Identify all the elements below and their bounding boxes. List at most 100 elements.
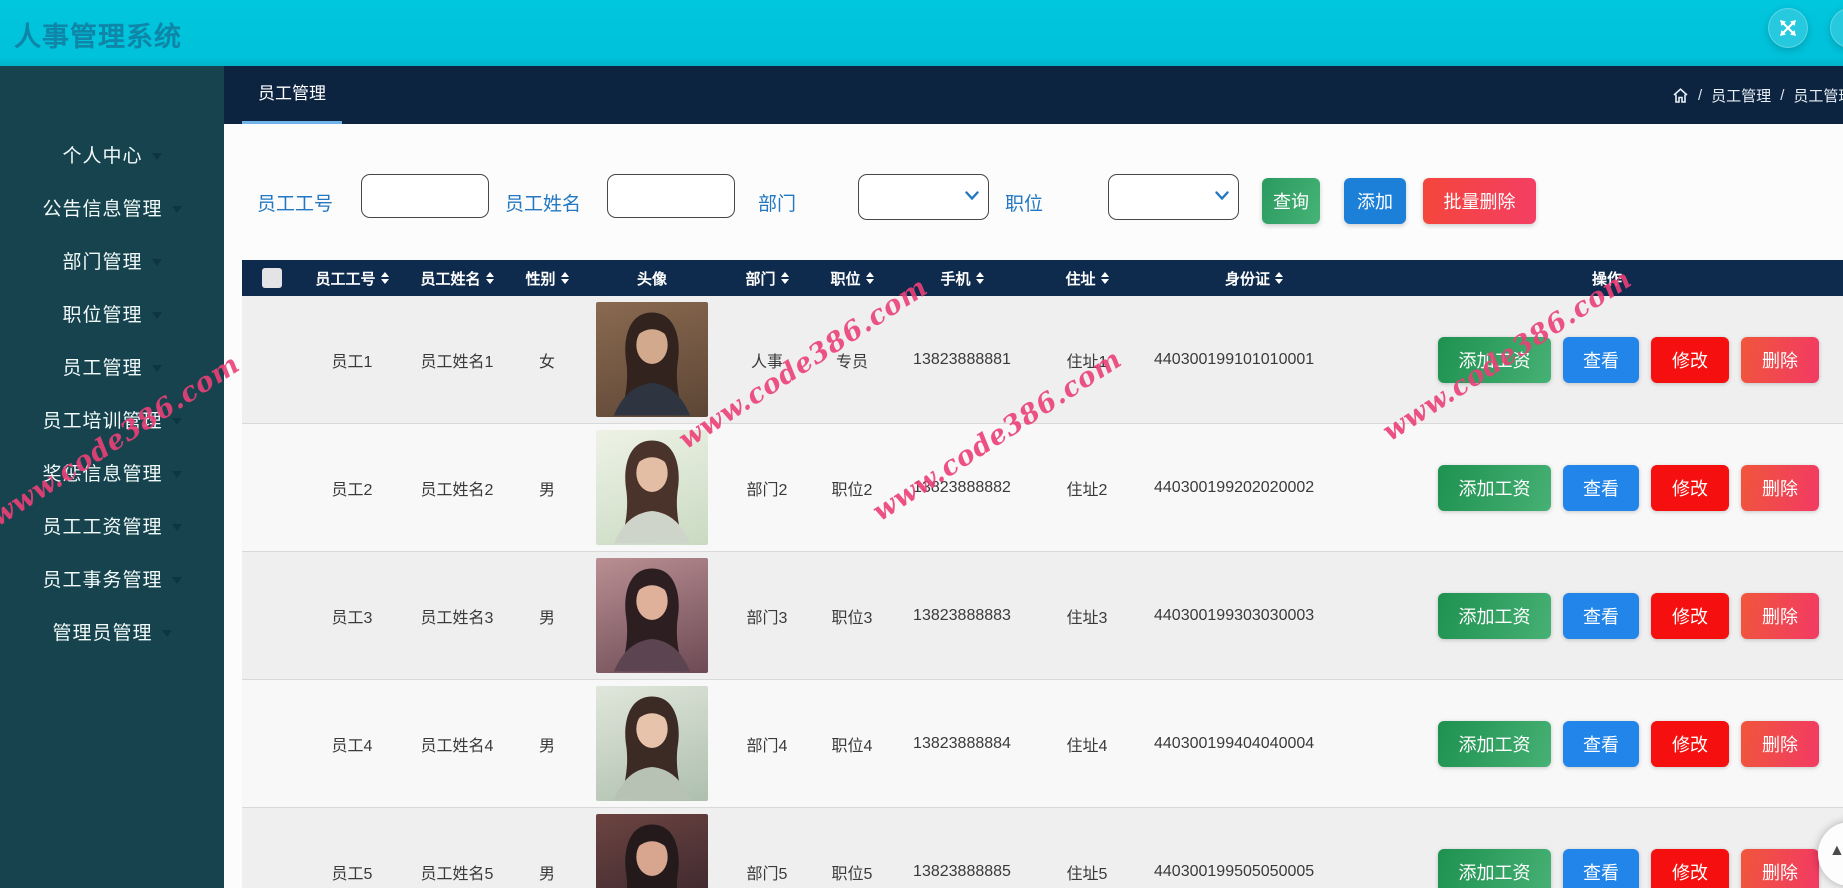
cell-employee-name: 员工姓名5: [420, 865, 494, 883]
sidebar-item-affairs-mgmt[interactable]: 员工事务管理: [0, 552, 224, 605]
view-button[interactable]: 查看: [1563, 720, 1639, 767]
edit-button[interactable]: 修改: [1651, 592, 1729, 639]
cell-gender: 男: [538, 609, 555, 627]
top-header: 人事管理系统: [0, 0, 1843, 66]
app-window: 人事管理系统 个人中心 公告信息管理 部门管理 职位管理 员工管理 员工培训管理…: [0, 0, 1843, 888]
department-select[interactable]: [858, 174, 989, 220]
add-salary-button[interactable]: 添加工资: [1438, 720, 1551, 767]
avatar: [596, 302, 708, 417]
sidebar-item-department-mgmt[interactable]: 部门管理: [0, 234, 224, 287]
delete-button[interactable]: 删除: [1741, 720, 1819, 767]
select-all-checkbox[interactable]: [262, 268, 282, 288]
delete-button[interactable]: 删除: [1741, 336, 1819, 383]
sort-icon: [780, 272, 789, 284]
add-salary-button[interactable]: 添加工资: [1438, 848, 1551, 888]
column-header-employee-name[interactable]: 员工姓名: [402, 268, 512, 289]
sidebar-item-employee-mgmt[interactable]: 员工管理: [0, 340, 224, 393]
sort-icon: [1100, 272, 1109, 284]
column-header-address[interactable]: 住址: [1032, 268, 1142, 289]
breadcrumb-item[interactable]: 员工管理: [1793, 85, 1843, 106]
column-header-phone[interactable]: 手机: [892, 268, 1032, 289]
sort-icon: [975, 272, 984, 284]
delete-button[interactable]: 删除: [1741, 592, 1819, 639]
cell-id-card: 440300199505050005: [1154, 862, 1315, 880]
column-header-gender[interactable]: 性别: [512, 268, 582, 289]
sort-icon: [380, 272, 389, 284]
batch-delete-button[interactable]: 批量删除: [1423, 178, 1536, 224]
table-row: 员工5 员工姓名5 男 部门5 职位5 13823888885 住址5 4403…: [242, 808, 1843, 888]
add-button[interactable]: 添加: [1344, 178, 1406, 224]
sidebar-item-training-mgmt[interactable]: 员工培训管理: [0, 393, 224, 446]
employee-no-input[interactable]: [361, 174, 489, 218]
tab-employee-management[interactable]: 员工管理: [242, 66, 342, 124]
delete-button[interactable]: 删除: [1741, 848, 1819, 888]
sidebar-item-label: 部门管理: [62, 252, 143, 273]
cell-employee-no: 员工1: [331, 353, 373, 371]
add-salary-button[interactable]: 添加工资: [1438, 336, 1551, 383]
sidebar-item-label: 员工事务管理: [42, 570, 163, 591]
cell-phone: 13823888885: [913, 862, 1011, 880]
add-salary-button[interactable]: 添加工资: [1438, 592, 1551, 639]
search-button[interactable]: 查询: [1262, 178, 1320, 224]
cell-position: 职位2: [831, 481, 873, 499]
chevron-down-icon: [151, 153, 162, 160]
fullscreen-button[interactable]: [1768, 8, 1808, 48]
employee-name-input[interactable]: [607, 174, 735, 218]
edit-button[interactable]: 修改: [1651, 848, 1729, 888]
avatar: [596, 814, 708, 888]
home-icon[interactable]: [1672, 87, 1689, 104]
cell-id-card: 440300199202020002: [1154, 478, 1315, 496]
cell-department: 部门5: [746, 865, 788, 883]
column-header-department[interactable]: 部门: [722, 268, 812, 289]
chevron-down-icon: [965, 191, 979, 201]
cell-position: 专员: [835, 353, 868, 371]
sidebar-item-salary-mgmt[interactable]: 员工工资管理: [0, 499, 224, 552]
cell-id-card: 440300199303030003: [1154, 606, 1315, 624]
breadcrumb-item[interactable]: 员工管理: [1711, 85, 1771, 106]
cell-address: 住址5: [1066, 865, 1108, 883]
cell-gender: 男: [538, 737, 555, 755]
column-header-position[interactable]: 职位: [812, 268, 892, 289]
table-row: 员工3 员工姓名3 男 部门3 职位3 13823888883 住址3 4403…: [242, 552, 1843, 680]
view-button[interactable]: 查看: [1563, 592, 1639, 639]
sidebar-menu: 个人中心 公告信息管理 部门管理 职位管理 员工管理 员工培训管理 奖惩信息管理…: [0, 66, 224, 658]
cell-gender: 男: [538, 865, 555, 883]
add-salary-button[interactable]: 添加工资: [1438, 464, 1551, 511]
sidebar-item-label: 奖惩信息管理: [42, 464, 163, 485]
column-header-employee-no[interactable]: 员工工号: [302, 268, 402, 289]
cell-employee-name: 员工姓名4: [420, 737, 494, 755]
cell-employee-no: 员工2: [331, 481, 373, 499]
sort-icon: [1275, 272, 1283, 284]
sidebar-item-admin-mgmt[interactable]: 管理员管理: [0, 605, 224, 658]
cell-gender: 女: [538, 353, 555, 371]
column-header-id-card[interactable]: 身份证: [1142, 268, 1402, 289]
cell-address: 住址4: [1066, 737, 1108, 755]
view-button[interactable]: 查看: [1563, 336, 1639, 383]
table-row: 员工4 员工姓名4 男 部门4 职位4 13823888884 住址4 4403…: [242, 680, 1843, 808]
breadcrumb-separator: /: [1698, 86, 1703, 104]
sidebar-item-personal-center[interactable]: 个人中心: [0, 128, 224, 181]
edit-button[interactable]: 修改: [1651, 464, 1729, 511]
chevron-down-icon: [151, 312, 162, 319]
sort-icon: [560, 272, 569, 284]
view-button[interactable]: 查看: [1563, 848, 1639, 888]
cell-employee-name: 员工姓名2: [420, 481, 494, 499]
cell-address: 住址1: [1066, 353, 1108, 371]
edit-button[interactable]: 修改: [1651, 720, 1729, 767]
sidebar-item-label: 员工培训管理: [42, 411, 163, 432]
view-button[interactable]: 查看: [1563, 464, 1639, 511]
table-header-row: 员工工号 员工姓名 性别 头像 部门 职位 手机 住址 身份证 操作: [242, 260, 1843, 296]
sidebar-item-label: 公告信息管理: [42, 199, 163, 220]
sidebar-item-reward-punishment-mgmt[interactable]: 奖惩信息管理: [0, 446, 224, 499]
sidebar-item-announcement-mgmt[interactable]: 公告信息管理: [0, 181, 224, 234]
position-select[interactable]: [1108, 174, 1239, 220]
column-header-avatar: 头像: [636, 270, 667, 288]
delete-button[interactable]: 删除: [1741, 464, 1819, 511]
avatar: [596, 686, 708, 801]
sort-icon: [485, 272, 494, 284]
sidebar-item-position-mgmt[interactable]: 职位管理: [0, 287, 224, 340]
header-extra-button[interactable]: [1830, 8, 1843, 48]
triangle-up-icon: ▲: [1829, 842, 1843, 859]
edit-button[interactable]: 修改: [1651, 336, 1729, 383]
cell-employee-no: 员工4: [331, 737, 373, 755]
